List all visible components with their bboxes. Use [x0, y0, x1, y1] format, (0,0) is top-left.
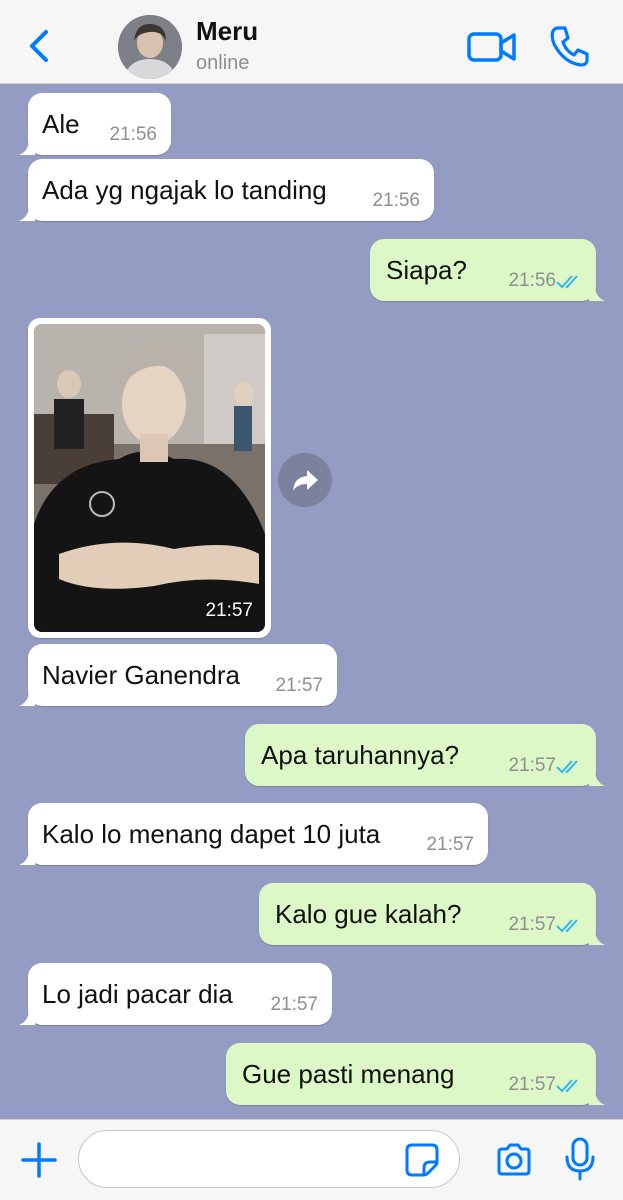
bubble-tail — [19, 139, 35, 155]
message-time: 21:57 — [275, 675, 323, 696]
bubble-tail — [19, 205, 35, 221]
message-bubble-incoming[interactable]: Kalo lo menang dapet 10 juta 21:57 — [19, 803, 488, 865]
message-bubble-outgoing[interactable]: Kalo gue kalah? 21:57 — [259, 883, 605, 945]
message-bubble-incoming[interactable]: Ale 21:56 — [19, 93, 171, 155]
message-bubble-outgoing[interactable]: Gue pasti menang 21:57 — [226, 1043, 605, 1105]
message-text: Gue pasti menang — [242, 1059, 455, 1089]
message-bubble-outgoing[interactable]: Apa taruhannya? 21:57 — [245, 724, 605, 786]
bubble-tail — [589, 770, 605, 786]
camera-icon[interactable] — [494, 1140, 534, 1180]
read-ticks-icon — [556, 1079, 578, 1093]
message-time: 21:56 — [372, 190, 420, 211]
message-time: 21:56 — [109, 124, 157, 145]
bubble-tail — [589, 1089, 605, 1105]
message-time: 21:56 — [508, 270, 556, 291]
read-ticks-icon — [556, 919, 578, 933]
message-time: 21:57 — [508, 1074, 556, 1095]
bubble-tail — [19, 1009, 35, 1025]
message-text: Kalo lo menang dapet 10 juta — [42, 819, 381, 849]
read-ticks-icon — [556, 275, 578, 289]
message-text: Siapa? — [386, 255, 467, 285]
message-time: 21:57 — [508, 914, 556, 935]
message-bubble-outgoing[interactable]: Siapa? 21:56 — [370, 239, 605, 301]
phone-icon[interactable] — [548, 24, 590, 68]
message-bubble-incoming[interactable]: Ada yg ngajak lo tanding 21:56 — [19, 159, 434, 221]
bubble-tail — [19, 849, 35, 865]
message-time: 21:57 — [426, 834, 474, 855]
message-text: Ada yg ngajak lo tanding — [42, 175, 327, 205]
video-camera-icon[interactable] — [466, 28, 518, 66]
sticker-icon[interactable] — [404, 1142, 440, 1178]
message-text: Kalo gue kalah? — [275, 899, 462, 929]
message-time: 21:57 — [205, 600, 253, 621]
bubble-tail — [589, 285, 605, 301]
message-input[interactable] — [78, 1130, 460, 1188]
read-ticks-icon — [556, 760, 578, 774]
image-message[interactable]: 21:57 — [28, 318, 271, 638]
chevron-left-icon[interactable] — [22, 26, 54, 66]
message-text: Apa taruhannya? — [261, 740, 460, 770]
bubble-tail — [589, 929, 605, 945]
message-time: 21:57 — [270, 994, 318, 1015]
message-bubble-incoming[interactable]: Lo jadi pacar dia 21:57 — [19, 963, 332, 1025]
contact-status: online — [196, 52, 250, 74]
message-bubble-incoming[interactable]: Navier Ganendra 21:57 — [19, 644, 337, 706]
avatar[interactable] — [118, 15, 182, 79]
message-time: 21:57 — [508, 755, 556, 776]
photo[interactable]: 21:57 — [34, 324, 265, 632]
plus-icon[interactable] — [20, 1141, 58, 1179]
chat-header: Meru online — [0, 0, 623, 84]
message-text: Ale — [42, 109, 80, 139]
message-text: Lo jadi pacar dia — [42, 979, 233, 1009]
forward-button[interactable] — [278, 453, 332, 507]
input-bar — [0, 1119, 623, 1200]
bubble-tail — [19, 690, 35, 706]
share-arrow-icon — [293, 470, 318, 491]
message-text: Navier Ganendra — [42, 660, 240, 690]
contact-name[interactable]: Meru — [196, 16, 258, 47]
microphone-icon[interactable] — [562, 1136, 598, 1182]
